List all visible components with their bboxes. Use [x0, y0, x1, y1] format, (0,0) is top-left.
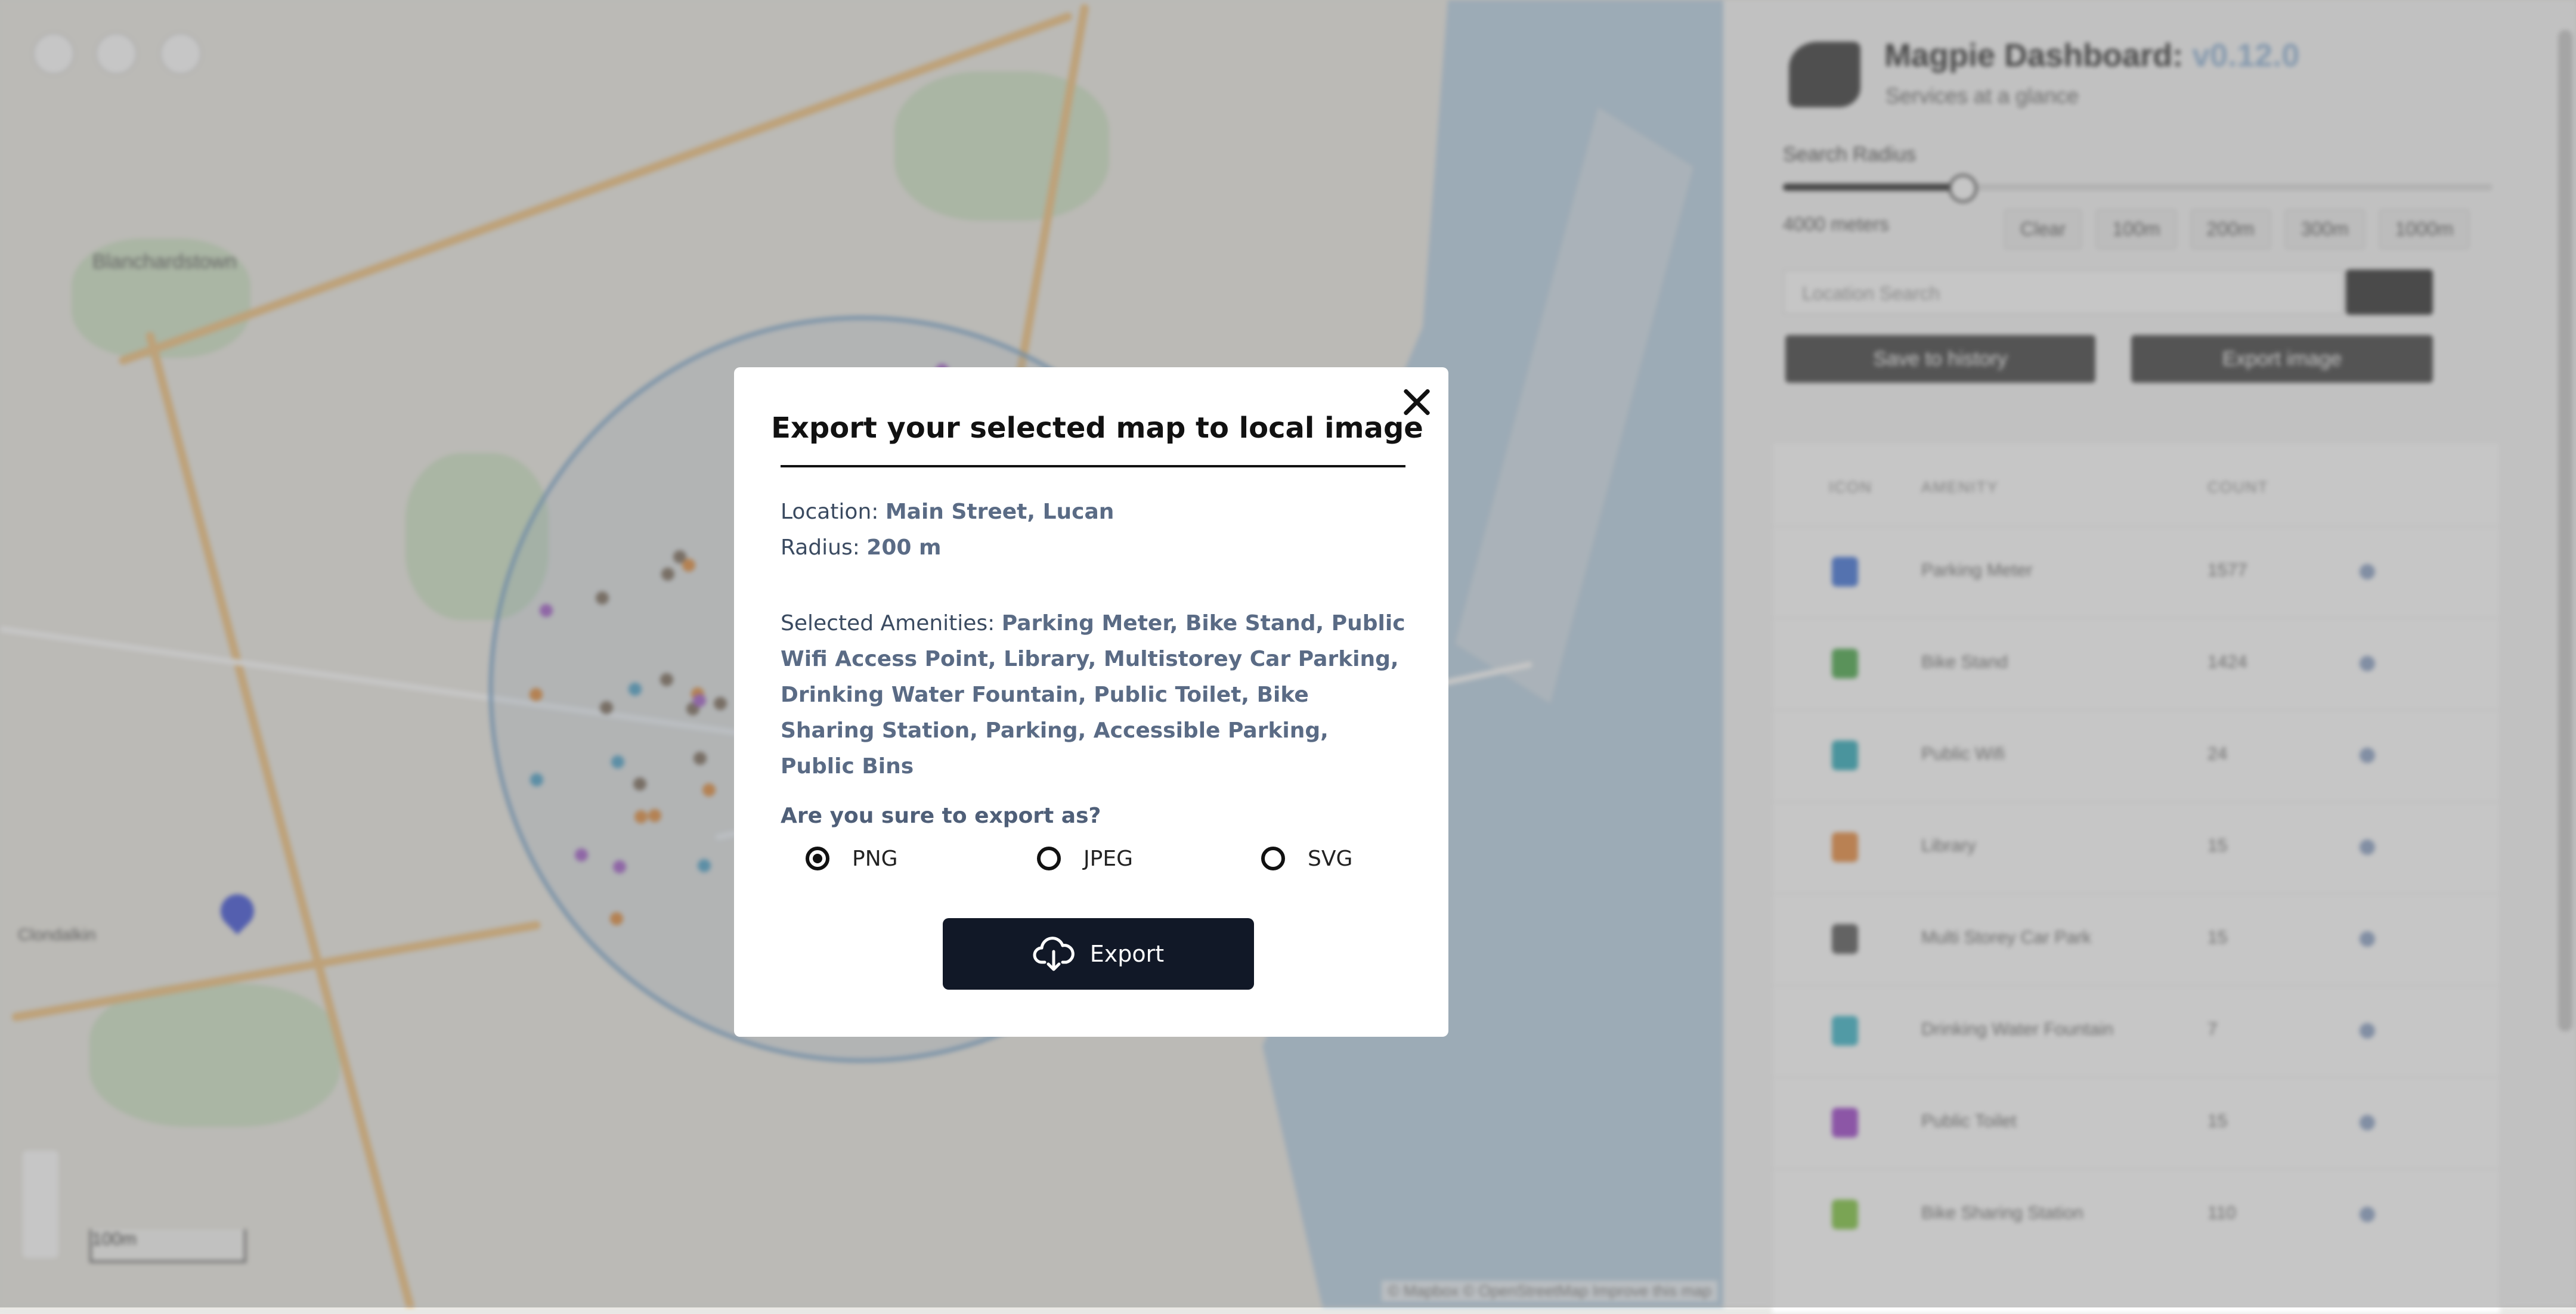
format-option-svg[interactable]: SVG [1261, 841, 1352, 876]
amenities-value: Parking Meter, Bike Stand, Public Wifi A… [781, 611, 1405, 779]
format-label: SVG [1308, 846, 1353, 871]
export-dialog: Export your selected map to local image … [734, 367, 1448, 1037]
radius-value: 200 m [866, 535, 942, 560]
export-button-label: Export [1089, 941, 1165, 967]
format-label: JPEG [1083, 846, 1133, 871]
cloud-download-icon [1033, 937, 1075, 971]
format-label: PNG [852, 846, 898, 871]
format-option-jpeg[interactable]: JPEG [1037, 841, 1133, 876]
amenities-label: Selected Amenities: [781, 611, 995, 636]
export-button[interactable]: Export [943, 918, 1254, 990]
selected-amenities: Selected Amenities: Parking Meter, Bike … [781, 606, 1407, 785]
dialog-title: Export your selected map to local image [771, 411, 1423, 445]
radius-info: Radius: 200 m [781, 535, 942, 560]
confirm-question: Are you sure to export as? [781, 804, 1101, 828]
title-divider [781, 465, 1405, 467]
radio-button[interactable] [806, 847, 829, 870]
location-label: Location: [781, 500, 879, 524]
radius-label: Radius: [781, 535, 860, 560]
location-value: Main Street, Lucan [885, 500, 1114, 524]
radio-button[interactable] [1261, 847, 1285, 870]
format-option-png[interactable]: PNG [806, 841, 898, 876]
radio-button[interactable] [1037, 847, 1061, 870]
location-info: Location: Main Street, Lucan [781, 500, 1114, 524]
